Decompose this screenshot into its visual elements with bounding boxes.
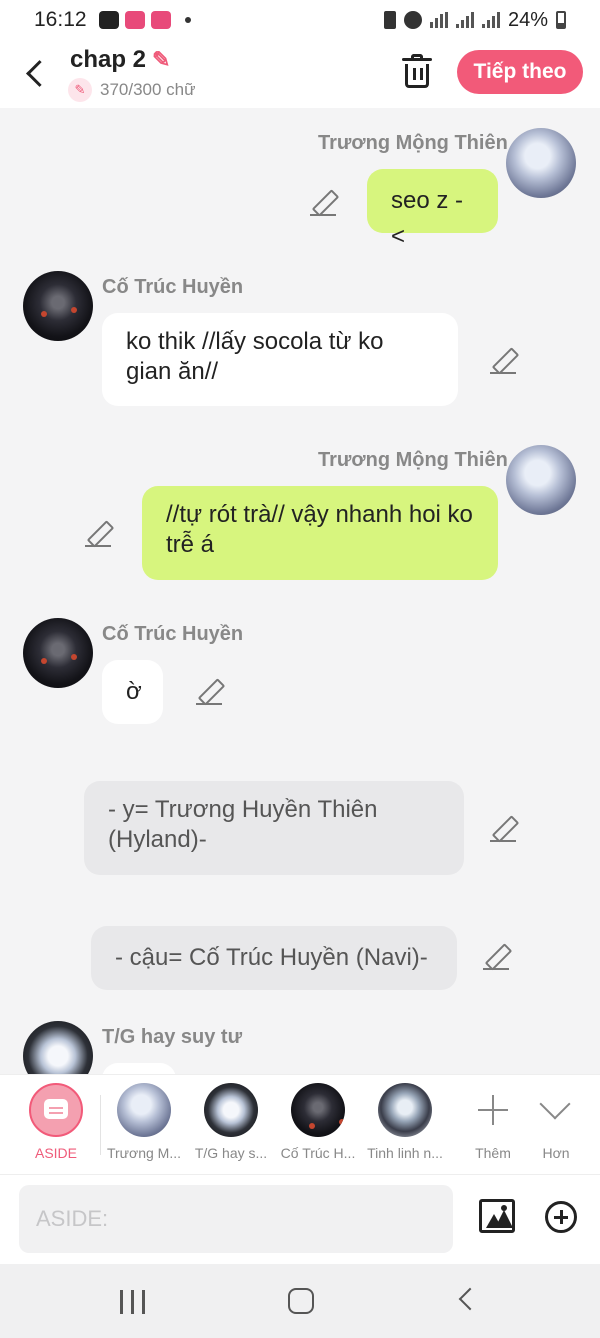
edit-message-icon[interactable] [490,348,516,374]
add-circle-icon[interactable] [545,1201,577,1233]
more-notifications-icon [184,17,191,23]
chat-area[interactable]: Trương Mộng Thiên seo z -< Cố Trúc Huyền… [0,108,600,1074]
image-icon[interactable] [479,1199,515,1233]
avatar[interactable] [23,618,93,688]
message-bubble[interactable]: //tự rót trà// vậy nhanh hoi ko trễ á [142,486,498,580]
word-counter: ✎ 370/300 chữ [68,78,196,102]
home-icon[interactable] [288,1288,314,1314]
edit-message-icon[interactable] [490,816,516,842]
sender-name: Cố Trúc Huyền [102,276,244,298]
aside-icon [29,1083,83,1137]
edit-message-icon[interactable] [85,521,111,547]
edit-title-icon[interactable]: ✎ [152,47,170,73]
edit-message-icon[interactable] [483,944,509,970]
lazada-notification-icon-2 [150,11,171,29]
avatar [117,1083,171,1137]
avatar [291,1083,345,1137]
message-bubble[interactable]: seo z -< [367,169,498,250]
tab-label: Trương M... [106,1145,182,1161]
edit-message-icon[interactable] [310,190,336,216]
edit-message-icon[interactable] [196,679,222,705]
aside-bubble[interactable]: - cậu= Cố Trúc Huyền (Navi)- [91,926,457,990]
battery-percent: 24% [507,8,548,31]
gallery-notification-icon [98,11,119,29]
message-input[interactable] [19,1185,453,1253]
lazada-notification-icon [124,11,145,29]
avatar[interactable] [506,128,576,198]
tab-character[interactable]: Trương M... [101,1083,187,1171]
signal-icon [455,12,474,28]
chevron-down-icon [529,1083,583,1137]
next-button[interactable]: Tiếp theo [457,50,583,94]
tab-character[interactable]: Cố Trúc H... [275,1083,361,1171]
message-bubble[interactable]: ko thik //lấy socola từ ko gian ăn// [102,313,458,406]
chapter-title[interactable]: chap 2 ✎ [70,46,170,74]
tab-aside[interactable]: ASIDE [13,1083,99,1171]
pencil-badge-icon: ✎ [68,78,92,102]
status-bar: 16:12 24% [0,0,600,40]
tab-label: Hơn [542,1145,570,1161]
back-nav-icon[interactable] [458,1287,482,1311]
tab-label: Tinh linh n... [367,1145,443,1161]
system-nav-bar [0,1264,600,1338]
plus-icon [466,1083,520,1137]
avatar[interactable] [23,1021,93,1074]
avatar[interactable] [23,271,93,341]
avatar [204,1083,258,1137]
avatar[interactable] [506,445,576,515]
tab-label: ASIDE [34,1145,77,1161]
delete-icon[interactable] [400,54,434,90]
compose-bar [0,1174,600,1264]
sender-name: Cố Trúc Huyền [102,623,244,645]
character-tab-bar: ASIDE Trương M... T/G hay s... Cố Trúc H… [0,1074,600,1174]
clock: 16:12 [34,8,87,31]
alarm-icon [403,11,422,29]
sender-name: Trương Mộng Thiên [318,132,508,154]
tab-label: Cố Trúc H... [280,1145,356,1161]
word-count-text: 370/300 chữ [100,80,196,99]
battery-icon [556,11,566,29]
recent-apps-icon[interactable] [120,1290,146,1314]
more-button[interactable]: Hơn [513,1083,599,1171]
message-bubble[interactable]: ờ [102,660,163,724]
editor-header: chap 2 ✎ ✎ 370/300 chữ Tiếp theo [0,40,600,108]
tab-character[interactable]: T/G hay s... [188,1083,274,1171]
signal-icon-2 [481,12,500,28]
tab-label: T/G hay s... [194,1145,268,1161]
sender-name: T/G hay suy tư [102,1026,243,1048]
nfc-icon [383,11,396,29]
sender-name: Trương Mộng Thiên [318,449,508,471]
back-icon[interactable] [18,52,52,92]
message-bubble[interactable] [102,1063,176,1074]
avatar [378,1083,432,1137]
tab-character[interactable]: Tinh linh n... [362,1083,448,1171]
aside-bubble[interactable]: - y= Trương Huyền Thiên (Hyland)- [84,781,464,875]
wifi-icon [429,12,448,28]
chapter-title-text: chap 2 [70,46,147,73]
